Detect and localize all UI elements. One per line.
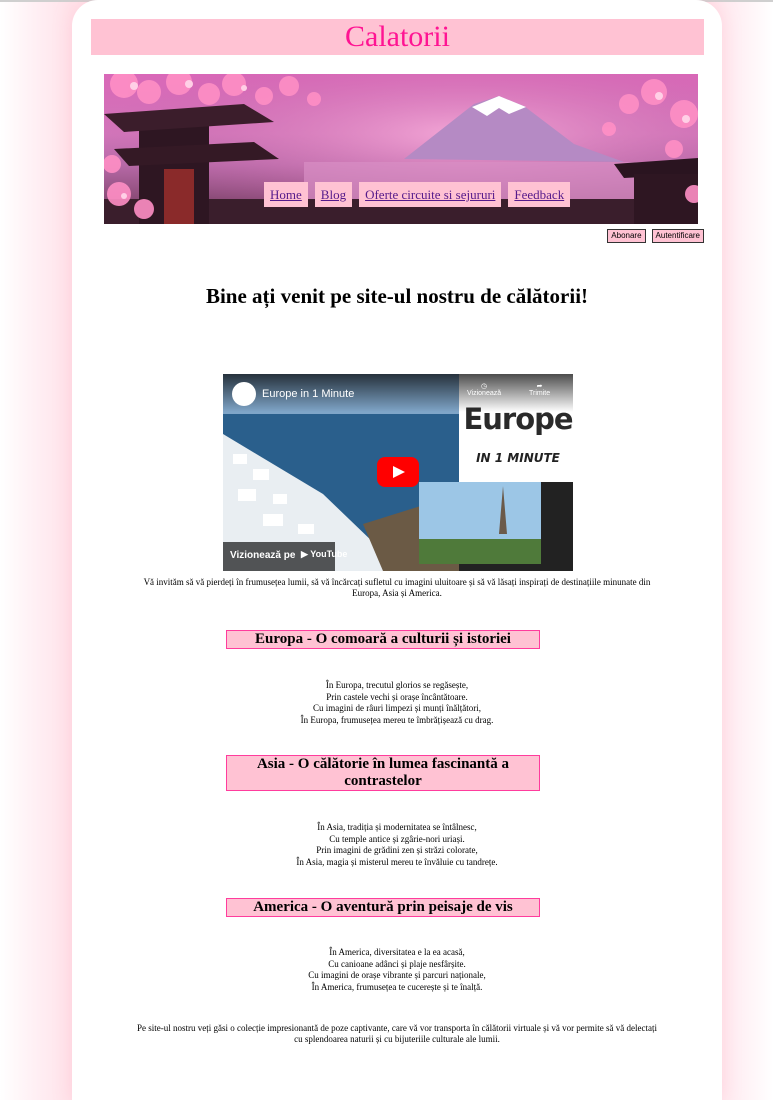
- poem-line: În Europa, trecutul glorios se regăsește…: [325, 680, 469, 690]
- clock-icon: ◷: [481, 383, 488, 390]
- poem-line: Cu imagini de râuri limpezi și munți înă…: [313, 703, 481, 713]
- nav-home[interactable]: Home: [264, 182, 308, 207]
- section-heading-america: America - O aventură prin peisaje de vis: [226, 898, 540, 917]
- share-button[interactable]: ➦ Trimite: [529, 382, 550, 397]
- poem-line: Prin imagini de grădini zen și străzi co…: [316, 845, 478, 855]
- youtube-icon: ▶: [301, 549, 308, 559]
- watch-on-label: Vizionează pe: [230, 550, 296, 561]
- section-heading-europe: Europa - O comoară a culturii și istorie…: [226, 630, 540, 649]
- closing-text: Pe site-ul nostru veți găsi o colecție i…: [136, 1023, 658, 1044]
- video-card-small-text: IN 1 MINUTE: [476, 451, 560, 465]
- youtube-label: YouTube: [310, 549, 348, 559]
- play-button[interactable]: [377, 457, 419, 487]
- watch-later-label: Vizionează: [467, 390, 502, 397]
- poem-america: În America, diversitatea e la ea acasă, …: [72, 947, 722, 993]
- section-heading-asia: Asia - O călătorie în lumea fascinantă a…: [226, 755, 540, 791]
- channel-avatar[interactable]: [232, 382, 256, 406]
- poem-line: Cu canioane adânci și plaje nesfârșite.: [328, 958, 466, 969]
- welcome-heading: Bine ați venit pe site-ul nostru de călă…: [205, 284, 589, 308]
- poem-line: Cu imagini de orașe vibrante și parcuri …: [308, 970, 486, 980]
- poem-europe: În Europa, trecutul glorios se regăsește…: [72, 680, 722, 726]
- intro-text: Vă invităm să vă pierdeți în frumusețea …: [143, 577, 651, 598]
- video-embed[interactable]: Europe IN 1 MINUTE Europe in 1 Minute ◷ …: [223, 374, 573, 571]
- page-container: Calatorii Home Blog Oferte circuite si s…: [72, 0, 722, 1100]
- header-banner: Home Blog Oferte circuite si sejururi Fe…: [104, 74, 698, 224]
- poem-line: Prin castele vechi și orașe încântătoare…: [326, 691, 468, 702]
- poem-line: În America, frumusețea te cucerește și t…: [311, 981, 483, 992]
- login-button[interactable]: Autentificare: [651, 229, 704, 243]
- poem-line: În Asia, magia și misterul mereu te învă…: [296, 856, 498, 867]
- watch-later-button[interactable]: ◷ Vizionează: [467, 382, 501, 397]
- youtube-logo[interactable]: ▶ YouTube: [301, 549, 347, 560]
- poem-line: În Europa, frumusețea mereu te îmbrățișe…: [300, 714, 494, 725]
- nav-blog[interactable]: Blog: [314, 182, 353, 207]
- nav-feedback[interactable]: Feedback: [508, 182, 571, 207]
- poem-asia: În Asia, tradiția și modernitatea se înt…: [72, 822, 722, 868]
- auth-buttons: Abonare Autentificare: [607, 229, 704, 243]
- share-icon: ➦: [536, 383, 543, 390]
- poem-line: În America, diversitatea e la ea acasă,: [329, 947, 465, 957]
- video-title[interactable]: Europe in 1 Minute: [262, 388, 354, 400]
- main-nav: Home Blog Oferte circuite si sejururi Fe…: [264, 182, 571, 207]
- nav-offers[interactable]: Oferte circuite si sejururi: [359, 182, 502, 207]
- poem-line: În Asia, tradiția și modernitatea se înt…: [317, 822, 477, 832]
- poem-line: Cu temple antice și zgârie-nori uriași.: [329, 833, 465, 844]
- share-label: Trimite: [529, 390, 551, 397]
- subscribe-button[interactable]: Abonare: [607, 229, 646, 243]
- site-title: Calatorii: [91, 19, 704, 55]
